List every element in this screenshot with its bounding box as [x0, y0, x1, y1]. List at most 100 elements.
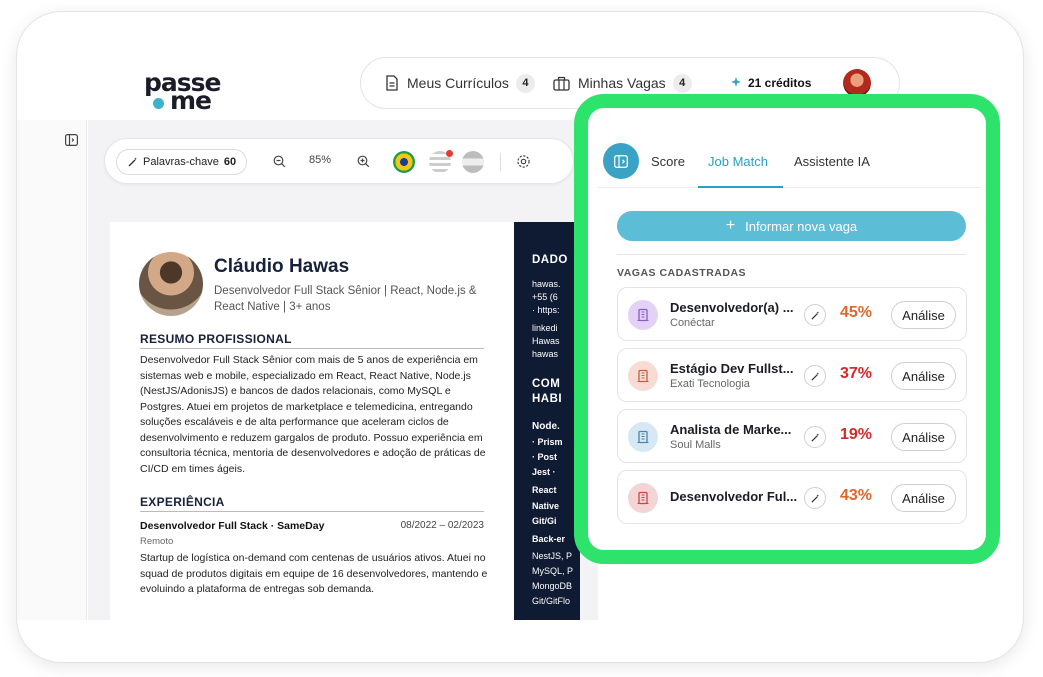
job-title: Desenvolvedor Ful...: [670, 489, 798, 504]
add-job-label: Informar nova vaga: [745, 218, 858, 234]
panel-collapse-button[interactable]: [603, 143, 639, 179]
resume-sidebar: DADO hawas. +55 (6 · https: linkedi Hawa…: [514, 222, 580, 620]
brazil-flag-icon[interactable]: [393, 151, 415, 173]
job-company: Exati Tecnologia: [670, 378, 750, 390]
summary-heading: RESUMO PROFISSIONAL: [140, 332, 292, 346]
side-skill-11: Git/GitFlo: [532, 596, 571, 606]
tab-score[interactable]: Score: [651, 154, 685, 169]
magic-wand-icon: [810, 371, 819, 381]
job-match-highlight: Score Job Match Assistente IA + Informar…: [574, 94, 1000, 564]
job-title: Analista de Marke...: [670, 422, 792, 437]
resume-role: Desenvolvedor Full Stack Sênior | React,…: [214, 285, 477, 313]
match-percentage: 45%: [840, 304, 873, 321]
resume-page: Cláudio Hawas Desenvolvedor Full Stack S…: [110, 222, 580, 620]
keywords-button[interactable]: Palavras-chave 60: [116, 149, 248, 175]
experience-description: Startup de logística on-demand com cente…: [140, 552, 488, 595]
side-skill-6: Git/Gi: [532, 516, 557, 526]
side-contact-4: Hawas: [532, 336, 560, 346]
experience-title: Desenvolvedor Full Stack · SameDay: [140, 520, 325, 532]
match-percentage: 19%: [840, 426, 873, 443]
side-skill-1: · Prism: [532, 437, 563, 447]
match-percentage: 37%: [840, 365, 873, 382]
tab-assistente-ia[interactable]: Assistente IA: [794, 154, 870, 169]
side-contact-3: linkedi: [532, 323, 558, 333]
argentina-flag-icon[interactable]: [462, 151, 484, 173]
side-contact-2: · https:: [532, 305, 560, 315]
logo-text-bottom: me: [170, 86, 212, 115]
jobs-list-title: VAGAS CADASTRADAS: [617, 267, 747, 279]
analise-button[interactable]: Análise: [891, 484, 956, 512]
credits-label: 21 créditos: [748, 76, 812, 90]
match-percentage: 43%: [840, 487, 873, 504]
summary-text: Desenvolvedor Full Stack Sênior com mais…: [140, 354, 486, 475]
side-contact-5: hawas: [532, 349, 559, 359]
job-title: Desenvolvedor(a) ...: [670, 300, 794, 315]
side-skill-2: · Post: [532, 452, 558, 462]
job-company: Conéctar: [670, 317, 715, 329]
side-skill-0: Node.: [532, 421, 560, 432]
magic-wand-button[interactable]: [804, 365, 826, 387]
magic-wand-icon: [810, 432, 819, 442]
user-avatar[interactable]: [843, 69, 871, 97]
panel-divider: [617, 254, 966, 255]
side-skill-9: MySQL, P: [532, 566, 574, 576]
panel-tabs: Score Job Match Assistente IA: [597, 117, 982, 188]
side-skill-7: Back-er: [532, 534, 566, 544]
job-company: Soul Malls: [670, 439, 721, 451]
experience-header: Desenvolvedor Full Stack · SameDay 08/20…: [140, 520, 484, 532]
analise-button[interactable]: Análise: [891, 362, 956, 390]
building-icon: [628, 361, 658, 391]
passeme-logo[interactable]: passe me: [144, 68, 234, 118]
vagas-count-badge: 4: [672, 73, 692, 93]
gear-icon[interactable]: [516, 154, 531, 169]
profile-photo: [139, 252, 203, 316]
magic-wand-button[interactable]: [804, 487, 826, 509]
active-tab-indicator: [698, 186, 783, 188]
experience-location: Remoto: [140, 536, 174, 547]
magic-wand-icon: [810, 493, 819, 503]
document-icon: [386, 75, 398, 91]
job-card[interactable]: Desenvolvedor(a) ... Conéctar 45% Anális…: [617, 287, 967, 341]
job-title: Estágio Dev Fullst...: [670, 361, 794, 376]
keywords-count: 60: [223, 156, 237, 168]
resume-canvas: Palavras-chave 60 85% Cláudio Hawas Dese…: [88, 120, 598, 620]
zoom-in-icon[interactable]: [357, 155, 370, 168]
building-icon: [628, 300, 658, 330]
job-card[interactable]: Desenvolvedor Ful... 43% Análise: [617, 470, 967, 524]
building-icon: [628, 422, 658, 452]
magic-wand-button[interactable]: [804, 304, 826, 326]
nav-label: Meus Currículos: [407, 75, 509, 91]
side-contact-1: +55 (6: [532, 292, 558, 302]
tab-job-match[interactable]: Job Match: [708, 154, 768, 169]
curriculos-count-badge: 4: [515, 73, 535, 93]
experience-period: 08/2022 – 02/2023: [400, 520, 484, 531]
side-skill-3: Jest ·: [532, 467, 556, 477]
experience-heading: EXPERIÊNCIA: [140, 495, 225, 509]
analise-button[interactable]: Análise: [891, 301, 956, 329]
sidebar-toggle-icon[interactable]: [65, 134, 78, 146]
briefcase-icon: [553, 76, 570, 91]
add-job-button[interactable]: + Informar nova vaga: [617, 211, 966, 241]
side-heading-comp: COM: [532, 378, 561, 390]
logo-dot: [153, 98, 164, 109]
zoom-out-icon[interactable]: [273, 155, 286, 168]
left-sidebar: [17, 120, 87, 620]
job-card[interactable]: Analista de Marke... Soul Malls 19% Anál…: [617, 409, 967, 463]
analise-button[interactable]: Análise: [891, 423, 956, 451]
app-window: passe me Meus Currículos 4 Minhas Vagas …: [17, 12, 1023, 662]
zoom-level: 85%: [309, 154, 332, 166]
panel-collapse-icon: [614, 154, 628, 168]
notification-dot: [446, 150, 453, 157]
magic-wand-button[interactable]: [804, 426, 826, 448]
job-card[interactable]: Estágio Dev Fullst... Exati Tecnologia 3…: [617, 348, 967, 402]
nav-label: Minhas Vagas: [578, 75, 666, 91]
job-match-panel: Score Job Match Assistente IA + Informar…: [597, 117, 982, 541]
nav-meus-curriculos[interactable]: Meus Currículos 4: [385, 58, 535, 108]
side-heading-dados: DADO: [532, 254, 568, 266]
summary-divider: [140, 348, 484, 349]
side-skill-4: React: [532, 485, 557, 495]
side-heading-habi: HABI: [532, 393, 563, 405]
side-skill-10: MongoDB: [532, 581, 573, 591]
experience-divider: [140, 511, 484, 512]
side-skill-5: Native: [532, 501, 560, 511]
